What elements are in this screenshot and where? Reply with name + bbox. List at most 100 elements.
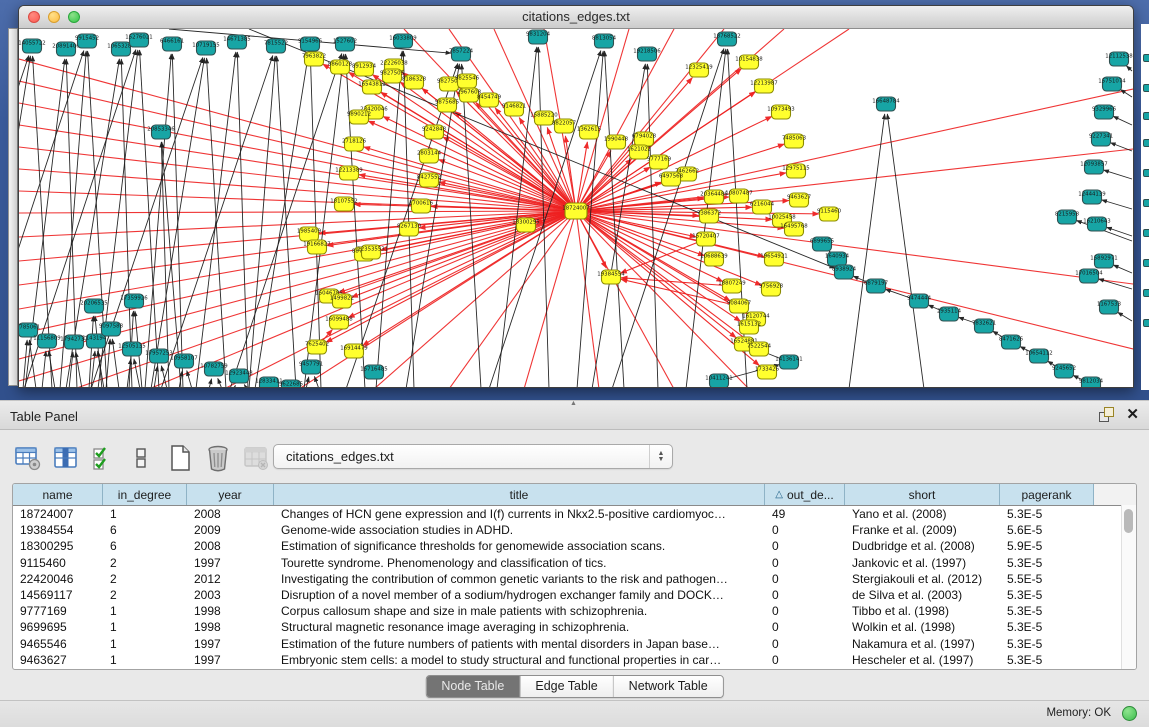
cell-pagerank[interactable]: 5.3E-5 — [1000, 507, 1094, 521]
cell-out_de[interactable]: 0 — [765, 620, 845, 634]
cell-name[interactable]: 9777169 — [13, 604, 103, 618]
cell-year[interactable]: 2008 — [187, 507, 274, 521]
table-selector-dropdown[interactable]: citations_edges.txt ▲▼ — [273, 444, 673, 469]
tab-node-table[interactable]: Node Table — [426, 676, 519, 697]
rows-button[interactable] — [126, 442, 158, 474]
cell-year[interactable]: 1998 — [187, 604, 274, 618]
table-row[interactable]: 1456911722003Disruption of a novel membe… — [13, 587, 1136, 603]
network-canvas[interactable]: 1405572220891406991545210653287152760216… — [19, 29, 1133, 388]
cell-name[interactable]: 19384554 — [13, 523, 103, 537]
new-table-button[interactable] — [164, 442, 196, 474]
tab-edge-table[interactable]: Edge Table — [519, 676, 612, 697]
cell-in_degree[interactable]: 1 — [103, 507, 187, 521]
cell-title[interactable]: Disruption of a novel member of a sodium… — [274, 588, 765, 602]
table-row[interactable]: 2242004622012Investigating the contribut… — [13, 571, 1136, 587]
table-row[interactable]: 1872400712008Changes of HCN gene express… — [13, 506, 1136, 522]
cell-out_de[interactable]: 0 — [765, 637, 845, 651]
network-graph[interactable]: 1405572220891406991545210653287152760216… — [19, 29, 1133, 388]
cell-short[interactable]: Wolkin et al. (1998) — [845, 620, 1000, 634]
cell-name[interactable]: 14569117 — [13, 588, 103, 602]
cell-year[interactable]: 1997 — [187, 556, 274, 570]
select-all-button[interactable] — [88, 442, 120, 474]
cell-name[interactable]: 9115460 — [13, 556, 103, 570]
cell-name[interactable]: 9465546 — [13, 637, 103, 651]
cell-out_de[interactable]: 49 — [765, 507, 845, 521]
cell-short[interactable]: Hescheler et al. (1997) — [845, 653, 1000, 667]
cell-short[interactable]: Jankovic et al. (1997) — [845, 556, 1000, 570]
table-row[interactable]: 911546021997Tourette syndrome. Phenomeno… — [13, 555, 1136, 571]
cell-in_degree[interactable]: 1 — [103, 637, 187, 651]
cell-pagerank[interactable]: 5.6E-5 — [1000, 523, 1094, 537]
column-header-name[interactable]: name — [13, 484, 103, 505]
cell-in_degree[interactable]: 6 — [103, 539, 187, 553]
cell-title[interactable]: Estimation of significance thresholds fo… — [274, 539, 765, 553]
float-window-icon[interactable] — [1099, 407, 1114, 422]
cell-title[interactable]: Estimation of the future numbers of pati… — [274, 637, 765, 651]
delete-button[interactable] — [202, 442, 234, 474]
scrollbar-thumb[interactable] — [1124, 509, 1133, 533]
cell-short[interactable]: Stergiakouli et al. (2012) — [845, 572, 1000, 586]
cell-name[interactable]: 18724007 — [13, 507, 103, 521]
cell-title[interactable]: Embryonic stem cells: a model to study s… — [274, 653, 765, 667]
cell-pagerank[interactable]: 5.3E-5 — [1000, 620, 1094, 634]
cell-title[interactable]: Tourette syndrome. Phenomenology and cla… — [274, 556, 765, 570]
cell-pagerank[interactable]: 5.3E-5 — [1000, 653, 1094, 667]
cell-out_de[interactable]: 0 — [765, 604, 845, 618]
cell-title[interactable]: Structural magnetic resonance image aver… — [274, 620, 765, 634]
cell-year[interactable]: 2009 — [187, 523, 274, 537]
cell-short[interactable]: Yano et al. (2008) — [845, 507, 1000, 521]
cell-year[interactable]: 1997 — [187, 637, 274, 651]
cell-out_de[interactable]: 0 — [765, 523, 845, 537]
window-titlebar[interactable]: citations_edges.txt — [19, 6, 1133, 29]
cell-year[interactable]: 1997 — [187, 653, 274, 667]
cell-out_de[interactable]: 0 — [765, 572, 845, 586]
memory-status-indicator[interactable] — [1122, 706, 1137, 721]
cell-short[interactable]: Franke et al. (2009) — [845, 523, 1000, 537]
cell-in_degree[interactable]: 2 — [103, 588, 187, 602]
cell-out_de[interactable]: 0 — [765, 653, 845, 667]
cell-in_degree[interactable]: 2 — [103, 572, 187, 586]
cell-title[interactable]: Investigating the contribution of common… — [274, 572, 765, 586]
column-header-out_de[interactable]: △out_de... — [765, 484, 845, 505]
cell-title[interactable]: Corpus callosum shape and size in male p… — [274, 604, 765, 618]
column-chooser-button[interactable] — [50, 442, 82, 474]
table-row[interactable]: 1938455462009Genome-wide association stu… — [13, 522, 1136, 538]
cell-name[interactable]: 9699695 — [13, 620, 103, 634]
column-header-pagerank[interactable]: pagerank — [1000, 484, 1094, 505]
cell-name[interactable]: 18300295 — [13, 539, 103, 553]
cell-in_degree[interactable]: 6 — [103, 523, 187, 537]
table-settings-button[interactable] — [12, 442, 44, 474]
cell-pagerank[interactable]: 5.3E-5 — [1000, 604, 1094, 618]
cell-in_degree[interactable]: 1 — [103, 653, 187, 667]
table-row[interactable]: 969969511998Structural magnetic resonanc… — [13, 619, 1136, 635]
column-header-title[interactable]: title — [274, 484, 765, 505]
delete-table-button-disabled[interactable] — [240, 442, 272, 474]
cell-in_degree[interactable]: 1 — [103, 604, 187, 618]
cell-pagerank[interactable]: 5.3E-5 — [1000, 556, 1094, 570]
vertical-scrollbar[interactable] — [1121, 505, 1136, 669]
cell-short[interactable]: Nakamura et al. (1997) — [845, 637, 1000, 651]
table-row[interactable]: 1830029562008Estimation of significance … — [13, 538, 1136, 554]
cell-in_degree[interactable]: 2 — [103, 556, 187, 570]
column-header-year[interactable]: year — [187, 484, 274, 505]
cell-pagerank[interactable]: 5.3E-5 — [1000, 637, 1094, 651]
close-panel-icon[interactable]: ✕ — [1126, 407, 1139, 422]
cell-name[interactable]: 22420046 — [13, 572, 103, 586]
cell-title[interactable]: Genome-wide association studies in ADHD. — [274, 523, 765, 537]
network-view-window[interactable]: citations_edges.txt 14055722208914069915… — [18, 5, 1134, 388]
table-row[interactable]: 977716911998Corpus callosum shape and si… — [13, 603, 1136, 619]
panel-resize-grip[interactable]: ▲ — [570, 400, 577, 407]
table-row[interactable]: 946362711997Embryonic stem cells: a mode… — [13, 652, 1136, 668]
cell-year[interactable]: 1998 — [187, 620, 274, 634]
cell-out_de[interactable]: 0 — [765, 588, 845, 602]
cell-short[interactable]: Dudbridge et al. (2008) — [845, 539, 1000, 553]
node-table[interactable]: namein_degreeyeartitle△out_de...shortpag… — [12, 483, 1137, 670]
cell-pagerank[interactable]: 5.3E-5 — [1000, 588, 1094, 602]
cell-name[interactable]: 9463627 — [13, 653, 103, 667]
cell-title[interactable]: Changes of HCN gene expression and I(f) … — [274, 507, 765, 521]
cell-out_de[interactable]: 0 — [765, 539, 845, 553]
column-header-short[interactable]: short — [845, 484, 1000, 505]
tab-network-table[interactable]: Network Table — [613, 676, 723, 697]
cell-year[interactable]: 2008 — [187, 539, 274, 553]
cell-year[interactable]: 2003 — [187, 588, 274, 602]
